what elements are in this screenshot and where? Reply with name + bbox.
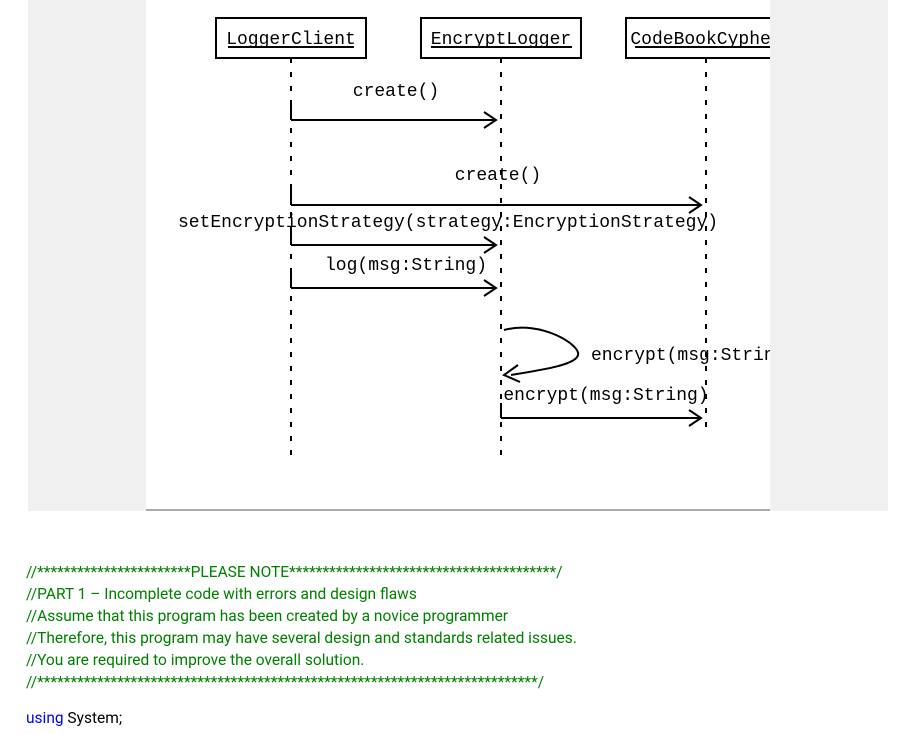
msg-label-create1: create()	[353, 82, 439, 102]
sequence-diagram: LoggerClient EncryptLogger CodeBookCyphe…	[146, 0, 770, 511]
msg-label-create2: create()	[455, 166, 541, 186]
code-comment-line: //You are required to improve the overal…	[26, 649, 917, 671]
code-keyword-using: using	[26, 709, 64, 727]
code-comment-line: //Assume that this program has been crea…	[26, 605, 917, 627]
code-using-line: using System;	[26, 707, 917, 729]
msg-label-selfencrypt: encrypt(msg:String)	[591, 346, 770, 366]
code-comment-line: //***********************PLEASE NOTE****…	[26, 561, 917, 583]
code-notes: //***********************PLEASE NOTE****…	[0, 511, 917, 729]
code-comment-line: //Therefore, this program may have sever…	[26, 627, 917, 649]
page-root: LoggerClient EncryptLogger CodeBookCyphe…	[0, 0, 917, 729]
code-comment-line: //**************************************…	[26, 671, 917, 693]
msg-label-encrypt: encrypt(msg:String)	[503, 386, 708, 406]
msg-label-setstrategy: setEncryptionStrategy(strategy:Encryptio…	[178, 213, 718, 233]
msg-label-log: log(msg:String)	[325, 256, 487, 276]
sequence-diagram-svg: LoggerClient EncryptLogger CodeBookCyphe…	[146, 0, 770, 511]
diagram-panel: LoggerClient EncryptLogger CodeBookCyphe…	[28, 0, 888, 511]
code-comment-line: //PART 1 – Incomplete code with errors a…	[26, 583, 917, 605]
code-namespace-system: System;	[64, 709, 123, 727]
